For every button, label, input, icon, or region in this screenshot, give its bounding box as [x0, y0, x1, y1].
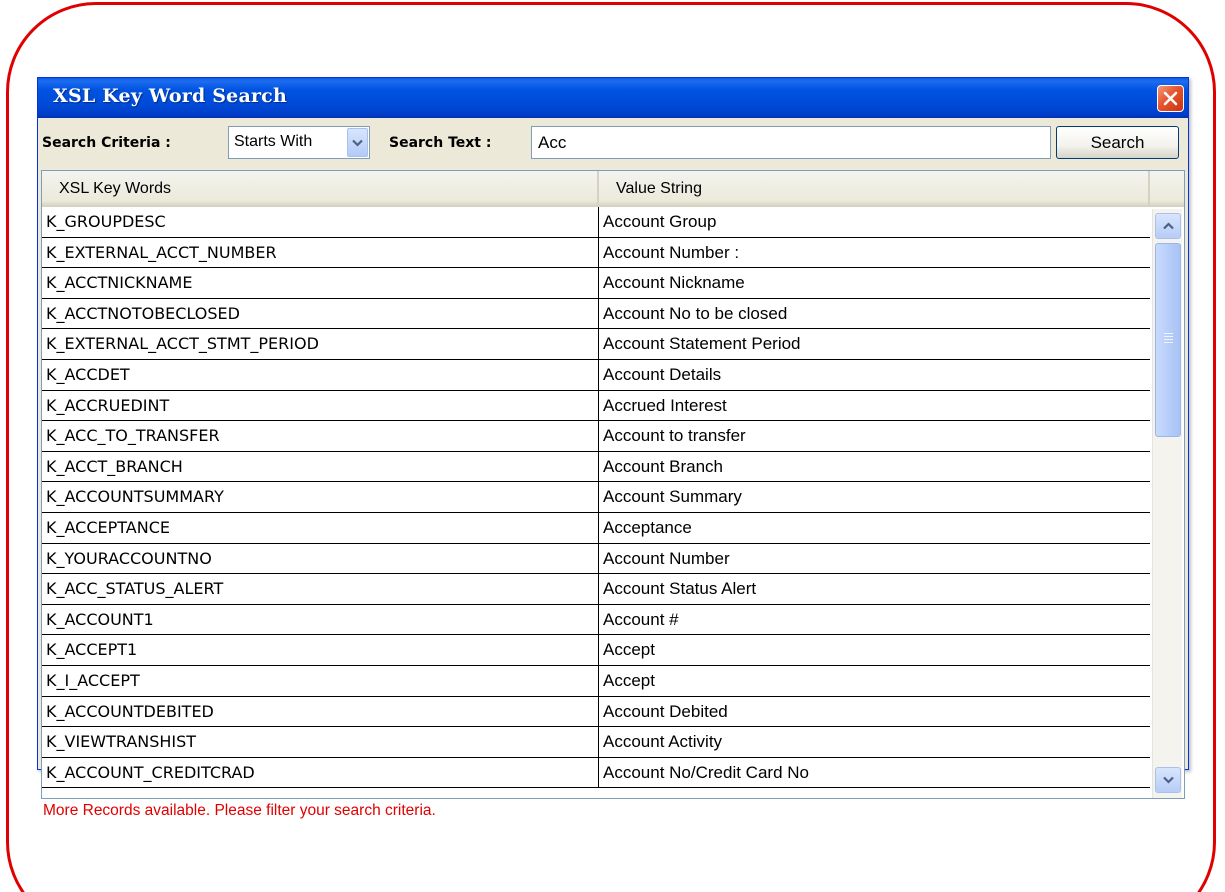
search-criteria-value: Starts With [234, 133, 313, 150]
key-cell: K_ACCEPTANCE [42, 512, 599, 543]
value-cell: Account Activity [603, 732, 723, 752]
value-cell: Account Number [603, 548, 730, 568]
key-cell: K_ACCRUEDINT [42, 390, 599, 421]
key-cell: K_I_ACCEPT [42, 665, 599, 696]
table-row[interactable]: K_GROUPDESC Account Group [42, 207, 1150, 238]
table-row[interactable]: K_ACC_TO_TRANSFER Account to transfer [42, 421, 1150, 452]
table-row[interactable]: K_ACCOUNTDEBITED Account Debited [42, 696, 1150, 728]
value-cell: Account No to be closed [603, 303, 788, 323]
column-header-value-string[interactable]: Value String [599, 171, 1150, 206]
grid-header: XSL Key Words Value String [42, 171, 1184, 207]
search-toolbar: Search Criteria : Starts With Search Tex… [38, 118, 1188, 166]
table-row[interactable]: K_VIEWTRANSHIST Account Activity [42, 727, 1150, 758]
close-x-icon [1163, 91, 1178, 106]
value-cell: Account Branch [603, 456, 724, 476]
value-cell: Accept [603, 640, 655, 660]
screenshot-canvas: XSL Key Word Search Search Criteria : St… [0, 0, 1225, 892]
close-button[interactable] [1157, 85, 1184, 112]
dropdown-arrow-button[interactable] [347, 128, 368, 157]
key-cell: K_EXTERNAL_ACCT_STMT_PERIOD [42, 329, 599, 359]
value-cell: Accept [603, 670, 655, 690]
key-cell: K_ACCOUNT_CREDITCRAD [42, 757, 599, 788]
grip-lines-icon [1164, 333, 1173, 343]
scroll-thumb[interactable] [1155, 243, 1181, 437]
table-row[interactable]: K_ACC_STATUS_ALERT Account Status Alert [42, 574, 1150, 605]
value-cell: Account Status Alert [603, 579, 757, 599]
key-cell: K_ACC_TO_TRANSFER [42, 421, 599, 451]
table-row[interactable]: K_ACCDET Account Details [42, 359, 1150, 391]
table-row[interactable]: K_I_ACCEPT Accept [42, 665, 1150, 697]
chevron-down-icon [352, 139, 363, 147]
search-criteria-dropdown[interactable]: Starts With [228, 126, 370, 159]
value-cell: Account Nickname [603, 273, 745, 293]
key-cell: K_ACCOUNTDEBITED [42, 696, 599, 727]
value-cell: Account to transfer [603, 426, 746, 446]
table-row[interactable]: K_ACCT_BRANCH Account Branch [42, 451, 1150, 483]
value-cell: Account # [603, 609, 679, 629]
grid-rows: K_GROUPDESC Account Group K_EXTERNAL_ACCT… [42, 207, 1150, 789]
table-row[interactable]: K_ACCOUNT_CREDITCRAD Account No/Credit Ca… [42, 757, 1150, 789]
table-row[interactable]: K_ACCOUNTSUMMARY Account Summary [42, 482, 1150, 513]
value-cell: Account Number : [603, 242, 740, 262]
key-cell: K_GROUPDESC [42, 207, 599, 237]
table-row[interactable]: K_ACCEPTANCE Acceptance [42, 512, 1150, 544]
chevron-up-icon [1162, 222, 1174, 230]
key-cell: K_ACCTNICKNAME [42, 268, 599, 298]
column-header-xsl-key-words[interactable]: XSL Key Words [42, 171, 599, 206]
key-cell: K_ACCOUNT1 [42, 604, 599, 635]
results-grid: XSL Key Words Value String K_GROUPDESC Ac… [41, 170, 1185, 799]
search-button[interactable]: Search [1056, 126, 1179, 159]
table-row[interactable]: K_EXTERNAL_ACCT_STMT_PERIOD Account State… [42, 329, 1150, 360]
key-cell: K_ACCDET [42, 359, 599, 390]
key-cell: K_YOURACCOUNTNO [42, 543, 599, 574]
table-row[interactable]: K_ACCTNICKNAME Account Nickname [42, 268, 1150, 299]
search-text-input[interactable] [531, 126, 1051, 159]
value-cell: Account Statement Period [603, 334, 801, 354]
title-bar[interactable]: XSL Key Word Search [38, 78, 1188, 118]
table-row[interactable]: K_ACCOUNT1 Account # [42, 604, 1150, 636]
value-cell: Account Details [603, 364, 722, 384]
value-cell: Acceptance [603, 517, 692, 537]
vertical-scrollbar[interactable] [1152, 209, 1182, 798]
table-row[interactable]: K_ACCTNOTOBECLOSED Account No to be close… [42, 298, 1150, 330]
value-cell: Account Summary [603, 487, 742, 507]
key-cell: K_EXTERNAL_ACCT_NUMBER [42, 237, 599, 268]
key-cell: K_ACCOUNTSUMMARY [42, 482, 599, 512]
value-cell: Account No/Credit Card No [603, 762, 809, 782]
key-cell: K_ACC_STATUS_ALERT [42, 574, 599, 604]
table-row[interactable]: K_ACCEPT1 Accept [42, 635, 1150, 666]
search-text-label: Search Text : [389, 135, 492, 151]
search-criteria-label: Search Criteria : [42, 135, 171, 151]
key-cell: K_ACCT_BRANCH [42, 451, 599, 482]
window-title: XSL Key Word Search [53, 85, 287, 107]
value-cell: Accrued Interest [603, 395, 727, 415]
key-cell: K_VIEWTRANSHIST [42, 727, 599, 757]
value-cell: Account Group [603, 212, 717, 231]
table-row[interactable]: K_ACCRUEDINT Accrued Interest [42, 390, 1150, 422]
value-cell: Account Debited [603, 701, 728, 721]
xsl-keyword-search-dialog: XSL Key Word Search Search Criteria : St… [37, 77, 1189, 819]
chevron-down-icon [1162, 776, 1174, 784]
table-row[interactable]: K_YOURACCOUNTNO Account Number [42, 543, 1150, 575]
status-message: More Records available. Please filter yo… [43, 802, 436, 819]
key-cell: K_ACCTNOTOBECLOSED [42, 298, 599, 329]
scroll-up-button[interactable] [1155, 213, 1181, 239]
table-row[interactable]: K_EXTERNAL_ACCT_NUMBER Account Number : [42, 237, 1150, 269]
scroll-down-button[interactable] [1155, 767, 1181, 793]
key-cell: K_ACCEPT1 [42, 635, 599, 665]
